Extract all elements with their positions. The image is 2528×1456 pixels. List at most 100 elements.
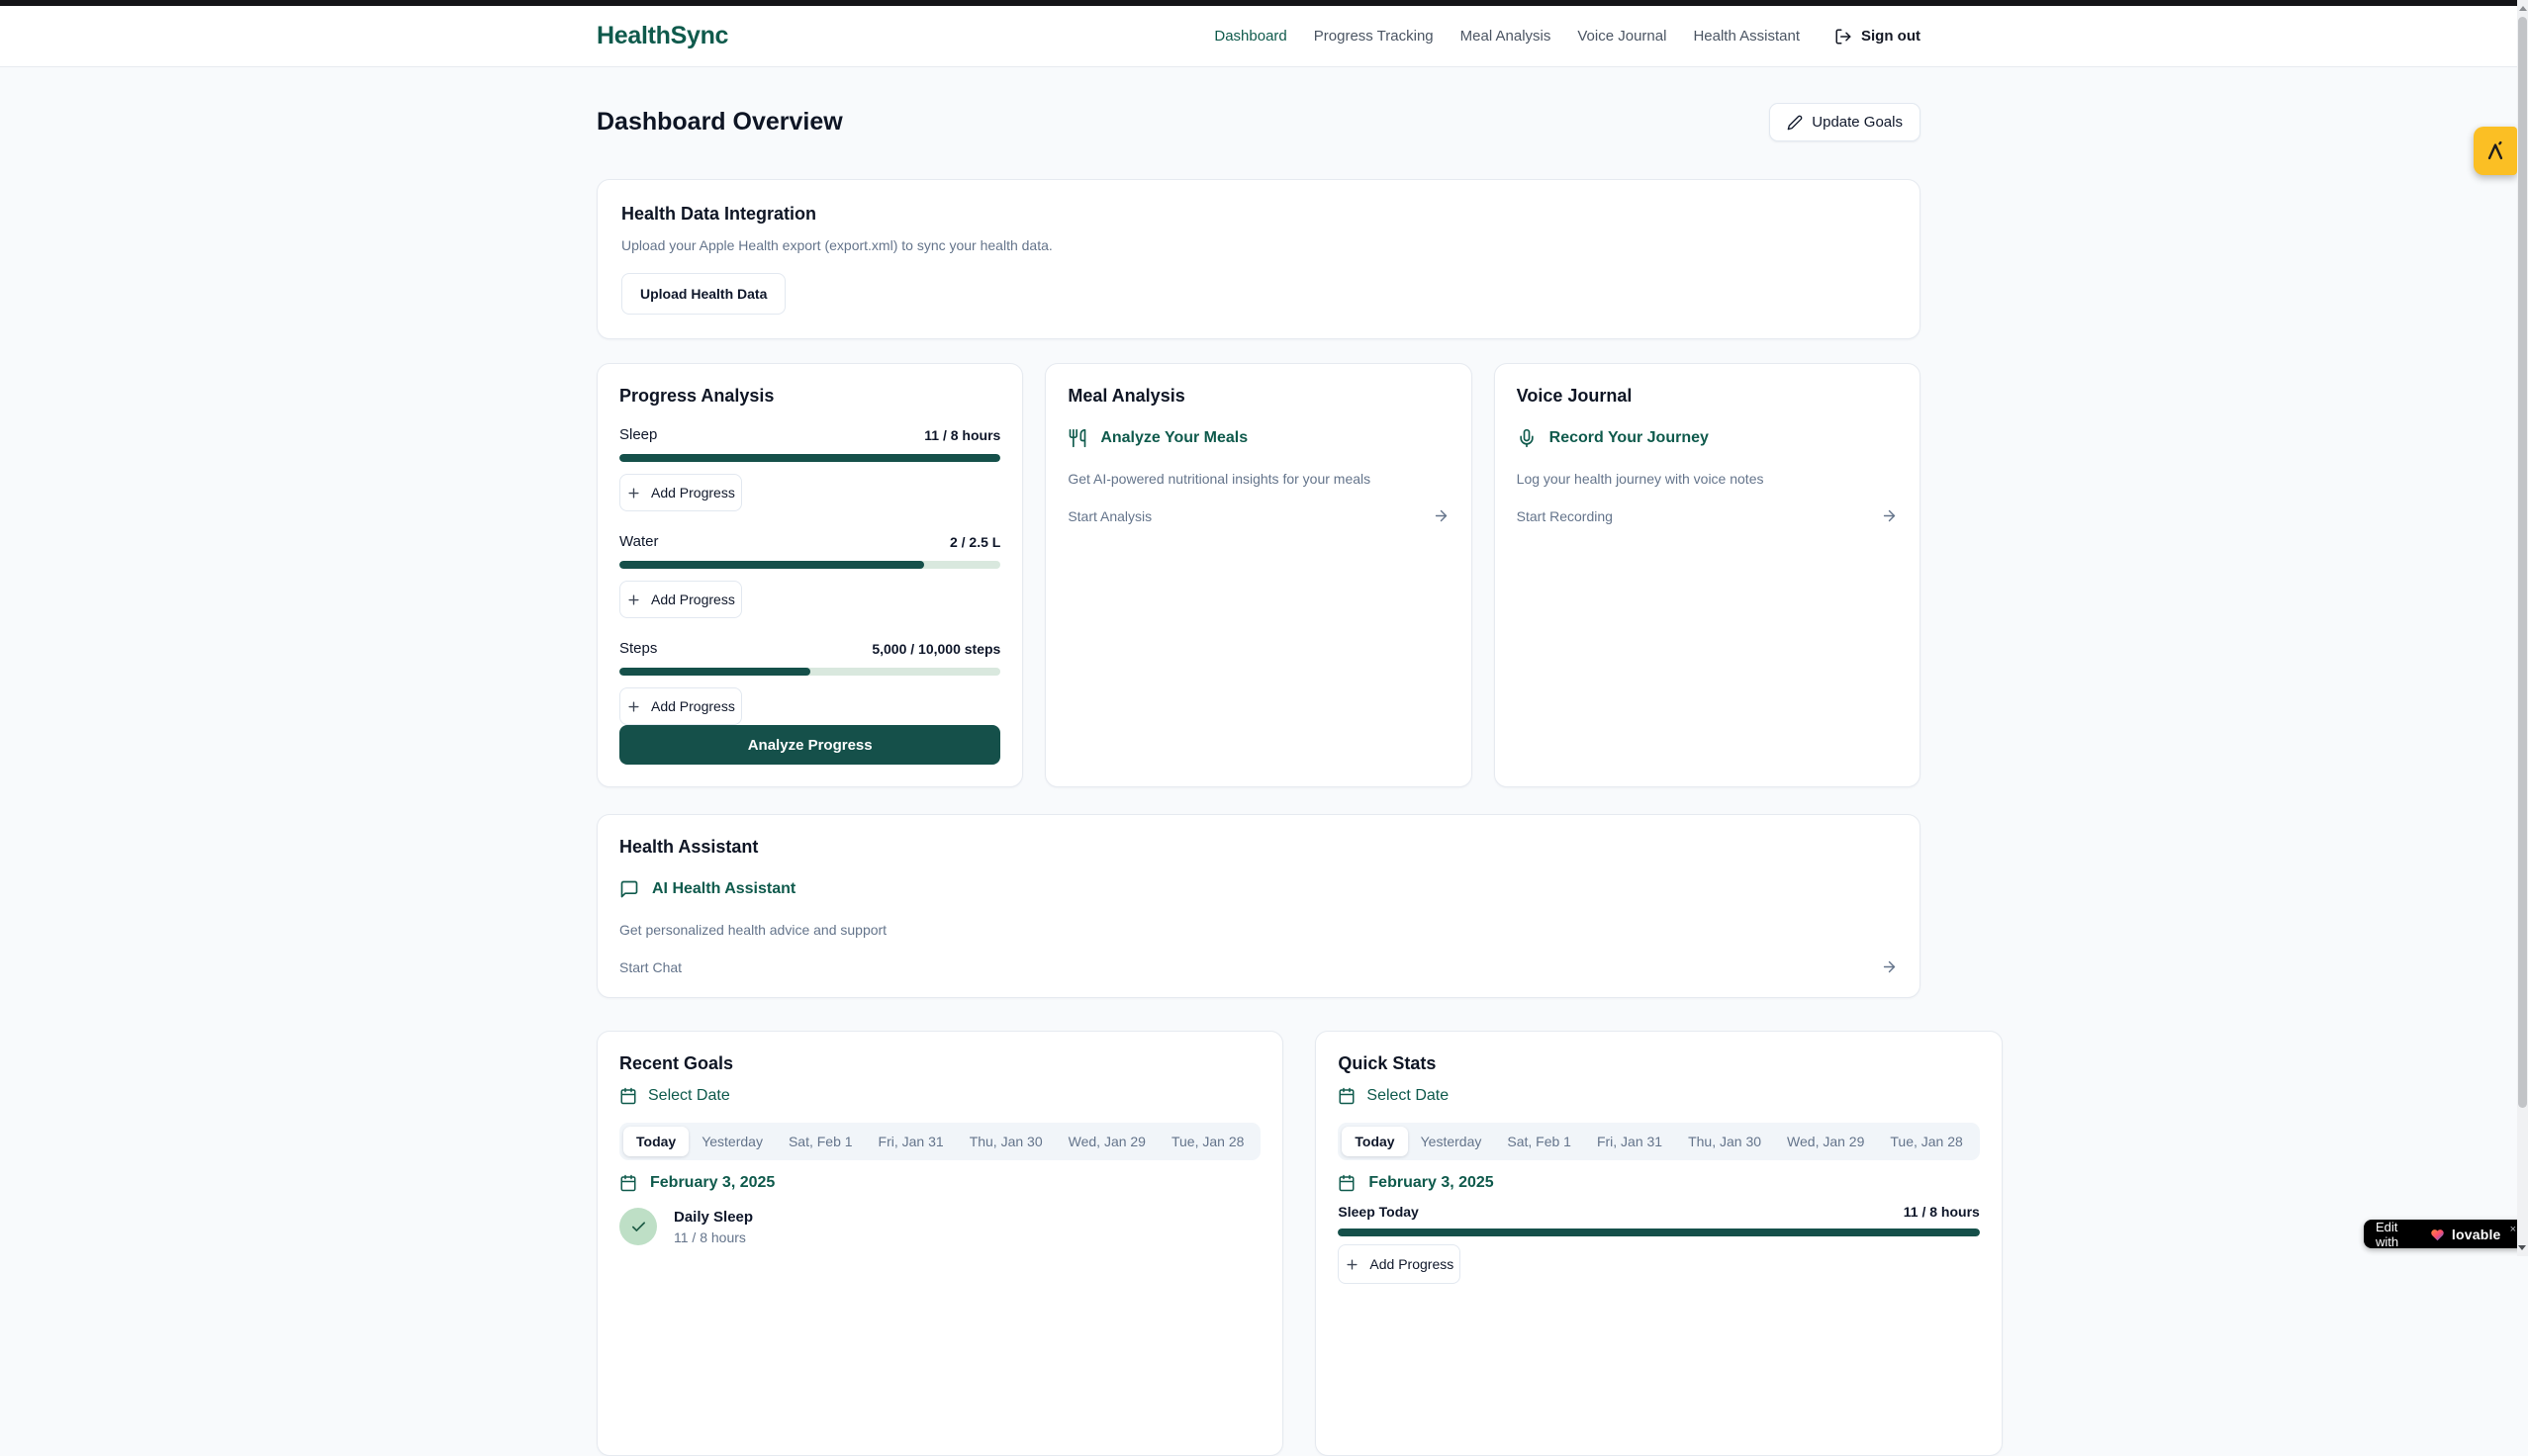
metric-value: 2 / 2.5 L (950, 534, 1000, 550)
progress-bar-track (1338, 1228, 1979, 1236)
tab-fri-jan-31[interactable]: Fri, Jan 31 (866, 1127, 957, 1156)
tab-thu-jan-30[interactable]: Thu, Jan 30 (957, 1127, 1056, 1156)
tab-wed-jan-29[interactable]: Wed, Jan 29 (1774, 1127, 1877, 1156)
metric-label: Water (619, 533, 658, 550)
plus-icon (626, 592, 641, 607)
start-chat-action[interactable]: Start Chat (619, 958, 1898, 975)
nav-voice-journal[interactable]: Voice Journal (1577, 28, 1666, 45)
scrollbar-up-arrow-icon[interactable] (2519, 6, 2527, 11)
metric-steps: Steps 5,000 / 10,000 steps Add Progress (619, 640, 1000, 725)
chat-bubble-icon (619, 879, 639, 899)
tab-yesterday[interactable]: Yesterday (689, 1127, 776, 1156)
progress-bar-track (619, 561, 1000, 569)
nav-meal-analysis[interactable]: Meal Analysis (1460, 28, 1551, 45)
card-description: Get personalized health advice and suppo… (619, 922, 1898, 938)
tab-sat-feb-1[interactable]: Sat, Feb 1 (1494, 1127, 1584, 1156)
progress-bar-track (619, 668, 1000, 676)
date-tab-strip: Today Yesterday Sat, Feb 1 Fri, Jan 31 T… (1338, 1123, 1979, 1160)
nav-dashboard[interactable]: Dashboard (1214, 28, 1286, 45)
main-content: Dashboard Overview Update Goals Health D… (597, 67, 1920, 1456)
floating-assistant-badge[interactable] (2474, 127, 2517, 175)
calendar-icon (619, 1174, 637, 1192)
progress-bar-fill (619, 454, 1000, 462)
select-date-button[interactable]: Select Date (619, 1087, 730, 1105)
card-title: Meal Analysis (1068, 386, 1449, 407)
tab-wed-jan-29[interactable]: Wed, Jan 29 (1056, 1127, 1159, 1156)
progress-bar-track (619, 454, 1000, 462)
card-title: Voice Journal (1517, 386, 1898, 407)
plus-icon (626, 699, 641, 714)
tab-sat-feb-1[interactable]: Sat, Feb 1 (776, 1127, 866, 1156)
metric-label: Sleep (619, 426, 657, 443)
app-header: HealthSync Dashboard Progress Tracking M… (0, 6, 2517, 67)
goal-item: Daily Sleep 11 / 8 hours (619, 1208, 1261, 1245)
card-title: Quick Stats (1338, 1053, 1979, 1074)
add-progress-button[interactable]: Add Progress (1338, 1244, 1460, 1284)
heart-icon (2430, 1228, 2445, 1241)
tab-today[interactable]: Today (623, 1127, 689, 1156)
tab-tue-jan-28[interactable]: Tue, Jan 28 (1877, 1127, 1975, 1156)
nav-progress-tracking[interactable]: Progress Tracking (1314, 28, 1434, 45)
health-data-integration-card: Health Data Integration Upload your Appl… (597, 179, 1920, 339)
select-date-button[interactable]: Select Date (1338, 1087, 1449, 1105)
selected-date[interactable]: February 3, 2025 (619, 1174, 1261, 1192)
tab-thu-jan-30[interactable]: Thu, Jan 30 (1675, 1127, 1774, 1156)
arrow-right-icon (1881, 958, 1898, 975)
scrollbar-thumb[interactable] (2518, 17, 2527, 1108)
sign-out-label: Sign out (1861, 28, 1920, 45)
sign-out-button[interactable]: Sign out (1834, 28, 1920, 46)
add-progress-button[interactable]: Add Progress (619, 581, 742, 618)
app-logo[interactable]: HealthSync (597, 22, 728, 50)
utensils-icon (1068, 428, 1087, 448)
metric-value: 5,000 / 10,000 steps (872, 641, 1000, 657)
check-circle-icon (619, 1208, 657, 1245)
progress-bar-fill (1338, 1228, 1979, 1236)
plus-icon (626, 486, 641, 500)
metric-label: Steps (619, 640, 657, 657)
card-title: Health Assistant (619, 837, 1898, 858)
goal-name: Daily Sleep (674, 1209, 753, 1226)
edit-with-lovable-badge[interactable]: Edit with lovable × (2364, 1220, 2528, 1248)
analyze-your-meals-link[interactable]: Analyze Your Meals (1068, 428, 1449, 448)
start-analysis-action[interactable]: Start Analysis (1068, 507, 1449, 524)
metric-value: 11 / 8 hours (924, 427, 1000, 443)
start-recording-action[interactable]: Start Recording (1517, 507, 1898, 524)
card-description: Get AI-powered nutritional insights for … (1068, 471, 1449, 487)
calendar-icon (619, 1087, 637, 1105)
selected-date[interactable]: February 3, 2025 (1338, 1174, 1979, 1192)
analyze-progress-button[interactable]: Analyze Progress (619, 725, 1000, 765)
date-tab-strip: Today Yesterday Sat, Feb 1 Fri, Jan 31 T… (619, 1123, 1261, 1160)
card-title: Progress Analysis (619, 386, 1000, 407)
calendar-icon (1338, 1174, 1356, 1192)
tab-fri-jan-31[interactable]: Fri, Jan 31 (1584, 1127, 1675, 1156)
stat-label: Sleep Today (1338, 1204, 1418, 1220)
health-assistant-card: Health Assistant AI Health Assistant Get… (597, 814, 1920, 998)
recent-goals-card: Recent Goals Select Date Today Yesterday… (597, 1031, 1283, 1456)
meal-analysis-card: Meal Analysis Analyze Your Meals Get AI-… (1045, 363, 1471, 787)
lovable-badge-icon (2484, 140, 2506, 162)
microphone-icon (1517, 428, 1537, 448)
metric-sleep: Sleep 11 / 8 hours Add Progress (619, 426, 1000, 511)
nav-health-assistant[interactable]: Health Assistant (1693, 28, 1800, 45)
add-progress-button[interactable]: Add Progress (619, 687, 742, 725)
page-title: Dashboard Overview (597, 108, 843, 136)
progress-bar-fill (619, 561, 924, 569)
ai-health-assistant-link[interactable]: AI Health Assistant (619, 879, 1898, 899)
tab-tue-jan-28[interactable]: Tue, Jan 28 (1159, 1127, 1257, 1156)
voice-journal-card: Voice Journal Record Your Journey Log yo… (1494, 363, 1920, 787)
upload-health-data-button[interactable]: Upload Health Data (621, 273, 786, 315)
close-icon[interactable]: × (2510, 1224, 2516, 1235)
quick-stats-card: Quick Stats Select Date Today Yesterday … (1315, 1031, 2002, 1456)
goal-value: 11 / 8 hours (674, 1229, 753, 1245)
add-progress-button[interactable]: Add Progress (619, 474, 742, 511)
logout-icon (1834, 28, 1852, 46)
tab-today[interactable]: Today (1342, 1127, 1407, 1156)
card-title: Recent Goals (619, 1053, 1261, 1074)
stat-value: 11 / 8 hours (1904, 1204, 1980, 1220)
progress-bar-fill (619, 668, 810, 676)
page-scrollbar[interactable] (2517, 0, 2528, 1256)
update-goals-button[interactable]: Update Goals (1769, 103, 1920, 141)
record-your-journey-link[interactable]: Record Your Journey (1517, 428, 1898, 448)
scrollbar-down-arrow-icon[interactable] (2518, 1245, 2526, 1250)
tab-yesterday[interactable]: Yesterday (1408, 1127, 1495, 1156)
